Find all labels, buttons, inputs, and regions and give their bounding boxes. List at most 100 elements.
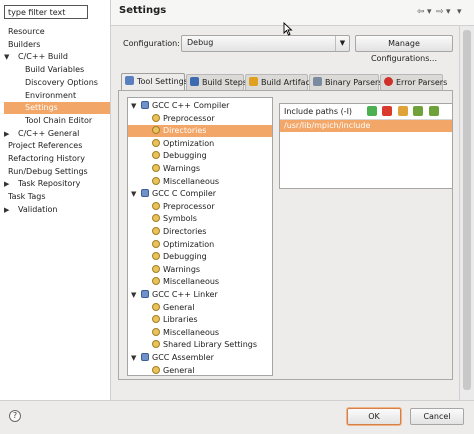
tab-label: Build Steps	[202, 78, 248, 87]
tool-tree-item[interactable]: Shared Library Settings	[128, 339, 272, 351]
edit-path-icon[interactable]	[398, 106, 408, 116]
gear-icon	[152, 138, 160, 147]
tool-tree-item[interactable]: Warnings	[128, 264, 272, 276]
nav-item[interactable]: Resource	[4, 26, 110, 38]
tree-item-label: Optimization	[163, 138, 215, 148]
tool-tree-item[interactable]: General	[128, 302, 272, 314]
tool-tree-item[interactable]: Libraries	[128, 314, 272, 326]
tool-tree-item[interactable]: Debugging	[128, 251, 272, 263]
gear-icon	[152, 126, 160, 135]
tab-build-artifact[interactable]: Build Artifact	[245, 74, 313, 90]
tool-tree-item[interactable]: Debugging	[128, 150, 272, 162]
gear-icon	[152, 340, 160, 349]
expanded-arrow-icon[interactable]: ▼	[131, 289, 136, 301]
nav-item[interactable]: Environment	[4, 90, 110, 102]
nav-item[interactable]: Tool Chain Editor	[4, 115, 110, 127]
expanded-arrow-icon[interactable]: ▼	[131, 352, 136, 364]
tool-tree-item[interactable]: Warnings	[128, 163, 272, 175]
tab-label: Build Artifact	[261, 78, 313, 87]
tool-tree-item[interactable]: General	[128, 365, 272, 375]
nav-item[interactable]: ▶ C/C++ General	[4, 128, 110, 140]
forward-arrow-icon[interactable]: ⇨	[436, 7, 444, 17]
tool-tree-category[interactable]: ▼ GCC C++ Compiler	[128, 100, 272, 112]
tree-item-label: GCC C++ Linker	[152, 290, 218, 299]
gear-icon	[152, 151, 160, 160]
tree-item-label: Miscellaneous	[163, 327, 220, 337]
nav-item[interactable]: ▼ C/C++ Build	[4, 51, 110, 63]
nav-item[interactable]: Run/Debug Settings	[4, 166, 110, 178]
tool-tree-category[interactable]: ▼ GCC C++ Linker	[128, 289, 272, 301]
cancel-button[interactable]: Cancel	[410, 408, 464, 425]
tool-tree-item[interactable]: Preprocessor	[128, 113, 272, 125]
view-menu-icon[interactable]: ▾	[457, 7, 462, 17]
nav-item[interactable]: Discovery Options	[4, 77, 110, 89]
chevron-down-icon: ▼	[335, 36, 349, 51]
nav-item-label: C/C++ Build	[18, 52, 68, 62]
tool-icon	[141, 290, 149, 298]
error-parsers-icon	[384, 77, 393, 86]
tool-tree-item[interactable]: Optimization	[128, 239, 272, 251]
forward-menu-icon[interactable]: ▾	[446, 7, 451, 17]
tool-tree-item[interactable]: Miscellaneous	[128, 327, 272, 339]
tree-item-label: Debugging	[163, 252, 207, 262]
ok-button[interactable]: OK	[347, 408, 401, 425]
delete-path-icon[interactable]	[382, 106, 392, 116]
tree-item-label: GCC C Compiler	[152, 189, 217, 199]
back-menu-icon[interactable]: ▾	[427, 7, 432, 17]
gear-icon	[152, 302, 160, 311]
expanded-arrow-icon[interactable]: ▼	[4, 51, 14, 63]
tool-tree-item[interactable]: Symbols	[128, 213, 272, 225]
tool-tree-item[interactable]: Miscellaneous	[128, 276, 272, 288]
move-up-icon[interactable]	[413, 106, 423, 116]
nav-item-label: Task Tags	[8, 192, 46, 202]
configuration-label: Configuration:	[123, 39, 180, 48]
tab-build-steps[interactable]: Build Steps	[186, 74, 248, 90]
add-path-icon[interactable]	[367, 106, 377, 116]
configuration-value: Debug	[187, 38, 214, 47]
back-arrow-icon[interactable]: ⇦	[417, 7, 425, 17]
nav-item[interactable]: Refactoring History	[4, 153, 110, 165]
gear-icon	[152, 239, 160, 248]
tool-tree-category[interactable]: ▼ GCC C Compiler	[128, 188, 272, 200]
collapsed-arrow-icon[interactable]: ▶	[4, 178, 14, 190]
tab-label: Binary Parsers	[325, 78, 383, 87]
nav-item[interactable]: Build Variables	[4, 64, 110, 76]
gear-icon	[152, 277, 160, 286]
tool-tree-item[interactable]: Optimization	[128, 138, 272, 150]
mouse-cursor-icon	[283, 22, 293, 36]
tool-tree-category[interactable]: ▼ GCC Assembler	[128, 352, 272, 364]
gear-icon	[152, 113, 160, 122]
vertical-scrollbar[interactable]	[459, 26, 474, 400]
collapsed-arrow-icon[interactable]: ▶	[4, 204, 14, 216]
tool-tree-item[interactable]: Directories	[128, 226, 272, 238]
nav-item[interactable]: ▶ Task Repository	[4, 178, 110, 190]
tool-tree-item[interactable]: Directories	[128, 125, 272, 138]
help-icon[interactable]: ?	[9, 410, 21, 422]
nav-item[interactable]: Project References	[4, 140, 110, 152]
manage-configurations-button[interactable]: Manage Configurations...	[355, 35, 453, 63]
expanded-arrow-icon[interactable]: ▼	[131, 188, 136, 200]
scrollbar-thumb[interactable]	[463, 30, 471, 390]
tab-binary-parsers[interactable]: Binary Parsers	[309, 74, 383, 90]
nav-item-label: Discovery Options	[25, 77, 98, 87]
expanded-arrow-icon[interactable]: ▼	[131, 100, 136, 112]
move-down-icon[interactable]	[429, 106, 439, 116]
tab-tool-settings[interactable]: Tool Settings	[121, 73, 188, 91]
nav-item[interactable]: Task Tags	[4, 191, 110, 203]
nav-item-label: C/C++ General	[18, 128, 80, 138]
collapsed-arrow-icon[interactable]: ▶	[4, 128, 14, 140]
tree-item-label: Miscellaneous	[163, 277, 220, 287]
filter-input[interactable]: type filter text	[4, 5, 88, 19]
tool-tree-item[interactable]: Preprocessor	[128, 201, 272, 213]
nav-item[interactable]: Settings	[4, 102, 110, 115]
tab-error-parsers[interactable]: Error Parsers	[380, 74, 447, 90]
binary-parsers-icon	[313, 77, 322, 86]
nav-item[interactable]: ▶ Validation	[4, 204, 110, 216]
configuration-select[interactable]: Debug ▼	[181, 35, 350, 52]
nav-item[interactable]: Builders	[4, 39, 110, 51]
include-path-row[interactable]: /usr/lib/mpich/include	[280, 120, 452, 132]
nav-item-label: Build Variables	[25, 65, 85, 75]
preferences-tree-pane: type filter text Resource Builders ▼ C/C++ …	[0, 0, 111, 400]
tool-tree-item[interactable]: Miscellaneous	[128, 176, 272, 188]
tree-item-label: GCC C++ Compiler	[152, 101, 230, 110]
